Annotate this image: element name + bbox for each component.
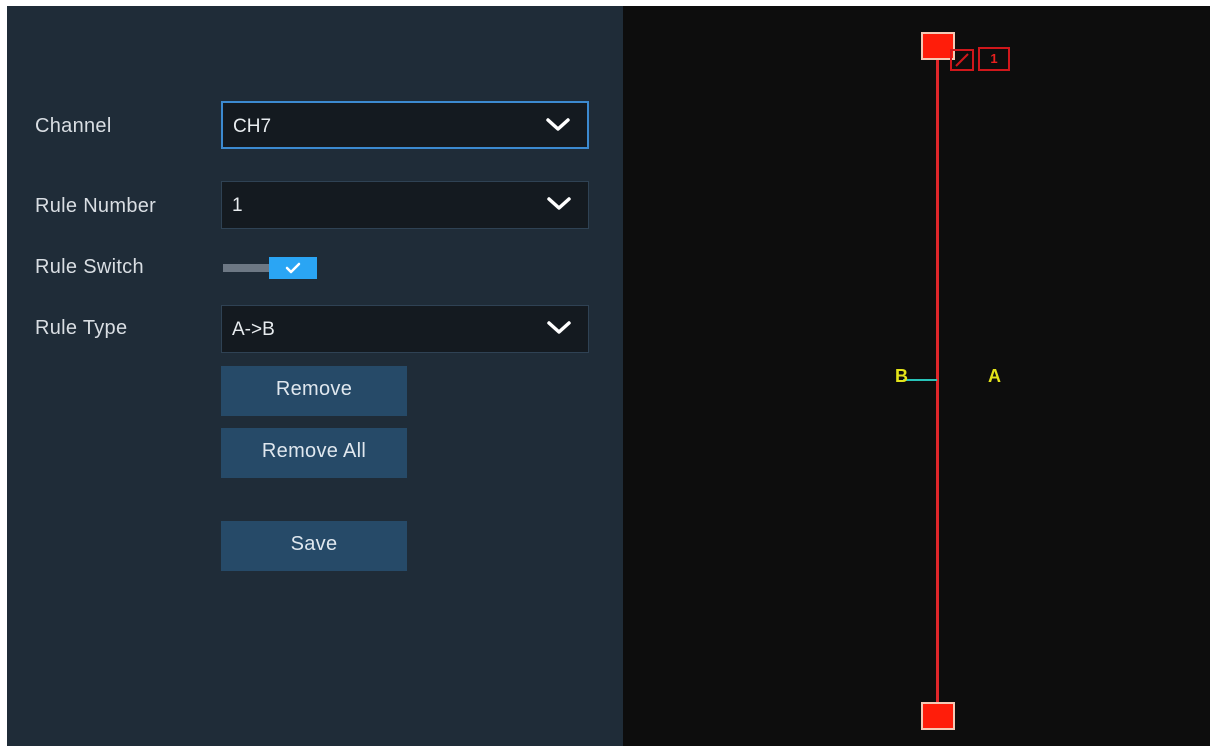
toggle-knob [269,257,317,279]
save-button[interactable]: Save [221,521,407,571]
rule-switch-toggle[interactable] [223,257,319,279]
side-b-label: B [895,366,908,386]
rule-number-value: 1 [232,195,243,216]
chevron-down-icon [547,197,571,210]
chevron-down-icon [547,321,571,334]
settings-panel: Channel CH7 Rule Number 1 Rule Switch Ru… [7,6,623,746]
channel-select[interactable]: CH7 [221,101,589,149]
pencil-icon[interactable] [950,49,974,71]
line-bottom-handle[interactable] [921,702,955,730]
checkmark-icon [285,262,301,274]
channel-value: CH7 [233,116,272,137]
remove-button[interactable]: Remove [221,366,407,416]
rule-switch-label: Rule Switch [35,256,144,278]
direction-indicator [903,379,937,381]
rule-type-value: A->B [232,319,275,340]
rule-type-label: Rule Type [35,317,128,339]
rule-type-select[interactable]: A->B [221,305,589,353]
app-window: Channel CH7 Rule Number 1 Rule Switch Ru… [7,6,1210,746]
chevron-down-icon [546,118,570,131]
video-preview[interactable]: 1 B A [623,6,1210,746]
rule-number-select[interactable]: 1 [221,181,589,229]
side-a-label: A [988,366,1001,386]
remove-all-button[interactable]: Remove All [221,428,407,478]
channel-label: Channel [35,115,112,137]
rule-number-tag: 1 [978,47,1010,71]
rule-number-label: Rule Number [35,195,157,217]
